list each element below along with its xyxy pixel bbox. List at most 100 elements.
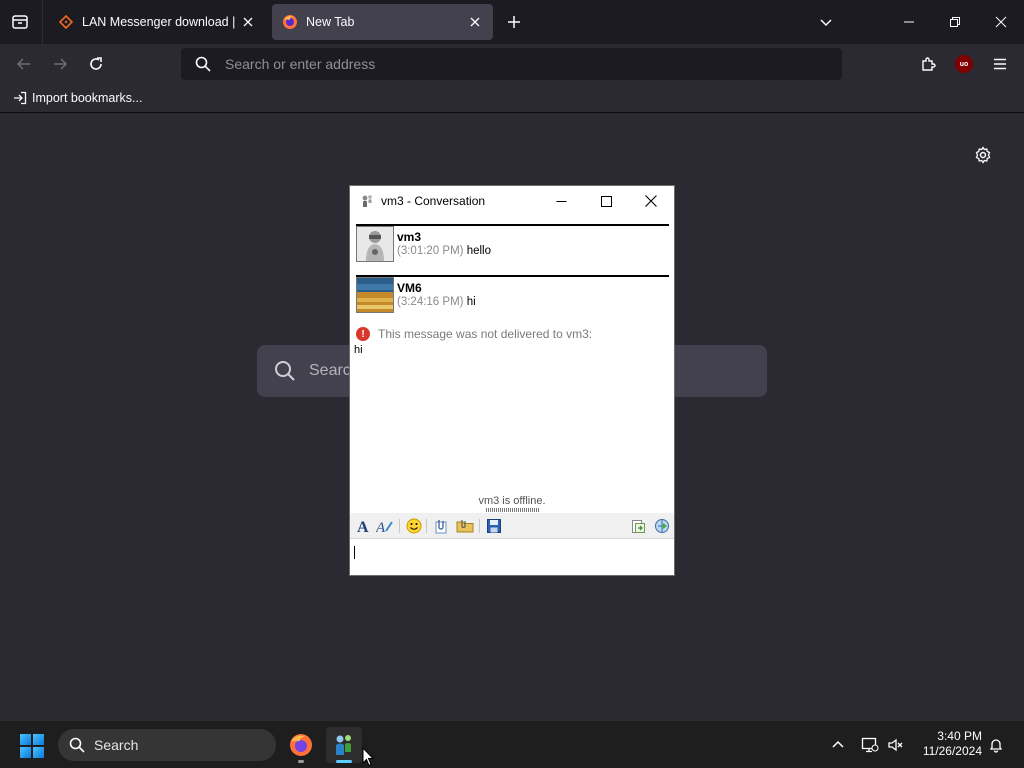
text-caret — [354, 546, 355, 559]
extensions-button[interactable] — [914, 50, 942, 78]
minimize-icon — [556, 200, 566, 202]
tab-separator — [42, 0, 43, 44]
windows-logo-icon — [20, 747, 31, 758]
network-status-button[interactable] — [860, 735, 880, 755]
toolbar-separator — [479, 519, 480, 533]
mouse-cursor-icon — [362, 746, 375, 768]
message-text: hi — [466, 296, 476, 308]
firefox-favicon-icon — [282, 14, 298, 30]
globe-icon — [655, 519, 669, 533]
message-text: hello — [466, 245, 491, 257]
font-color-icon: A — [376, 520, 393, 534]
import-icon — [12, 90, 28, 106]
tab-new-tab[interactable]: New Tab — [272, 4, 493, 40]
sourceforge-favicon-icon — [58, 14, 74, 30]
font-button[interactable]: A — [354, 517, 372, 535]
restore-button[interactable] — [941, 8, 969, 36]
start-button[interactable] — [20, 734, 44, 758]
puzzle-icon — [922, 57, 936, 71]
reload-icon — [90, 57, 102, 70]
show-hidden-icons-button[interactable] — [828, 735, 848, 755]
message-divider — [356, 275, 669, 277]
back-button[interactable] — [10, 50, 38, 78]
search-icon — [273, 359, 297, 383]
minimize-button[interactable] — [895, 8, 923, 36]
folder-icon — [456, 520, 474, 533]
toolbar-separator — [399, 519, 400, 533]
hamburger-icon — [994, 58, 1006, 70]
message-item: VM6 (3:24:16 PM) hi — [356, 275, 669, 315]
running-indicator — [298, 760, 304, 763]
message-input[interactable] — [350, 540, 674, 575]
active-indicator — [336, 760, 352, 763]
conversation-maximize-button[interactable] — [583, 186, 629, 216]
taskbar-lan-messenger[interactable] — [326, 727, 362, 763]
maximize-icon — [600, 195, 612, 207]
address-input[interactable] — [225, 56, 842, 72]
network-icon — [861, 737, 879, 753]
chevron-up-icon — [832, 740, 844, 748]
message-line: (3:24:16 PM) hi — [397, 296, 476, 308]
message-time: (3:01:20 PM) — [397, 245, 464, 257]
emoticon-button[interactable] — [405, 517, 423, 535]
firefox-view-button[interactable] — [6, 8, 34, 36]
taskbar-firefox[interactable] — [283, 727, 319, 763]
windows-logo-icon — [33, 734, 44, 745]
windows-logo-icon — [20, 734, 31, 745]
send-file-button[interactable] — [432, 517, 450, 535]
tab-close-icon[interactable] — [467, 14, 483, 30]
bookmarks-toolbar: Import bookmarks... — [0, 84, 1024, 113]
customize-newtab-button[interactable] — [972, 144, 994, 166]
delivery-error: ! This message was not delivered to vm3: — [356, 327, 592, 341]
reload-button[interactable] — [82, 50, 110, 78]
paperclip-icon — [435, 520, 447, 534]
avatar-vm6 — [356, 277, 394, 313]
close-window-button[interactable] — [987, 8, 1015, 36]
import-bookmarks-button[interactable]: Import bookmarks... — [12, 90, 142, 106]
ublock-origin-icon[interactable]: uo — [955, 55, 973, 73]
conversation-window: vm3 - Conversation vm3 (3:01:20 PM) hell… — [349, 185, 675, 576]
save-button[interactable] — [485, 517, 503, 535]
message-divider — [356, 224, 669, 226]
lan-messenger-icon — [336, 735, 351, 755]
tab-lan-messenger[interactable]: LAN Messenger download | So — [48, 4, 266, 40]
conversation-titlebar[interactable]: vm3 - Conversation — [350, 186, 674, 216]
send-folder-button[interactable] — [456, 517, 474, 535]
taskbar: Search 3:40 PM 11/26/2024 — [0, 720, 1024, 768]
undelivered-message-text: hi — [354, 344, 363, 356]
taskbar-search[interactable]: Search — [58, 729, 276, 761]
new-tab-button[interactable] — [502, 10, 526, 34]
nav-bar: uo — [0, 44, 1024, 84]
bell-icon — [989, 739, 1003, 753]
windows-logo-icon — [33, 747, 44, 758]
contact-status: vm3 is offline. — [478, 495, 546, 507]
message-input-area[interactable] — [350, 540, 674, 575]
conversation-minimize-button[interactable] — [538, 186, 584, 216]
volume-muted-icon — [888, 738, 903, 752]
clock[interactable]: 3:40 PM 11/26/2024 — [912, 729, 982, 759]
message-item: vm3 (3:01:20 PM) hello — [356, 224, 669, 264]
forward-button[interactable] — [46, 50, 74, 78]
conversation-title: vm3 - Conversation — [381, 194, 486, 208]
notifications-button[interactable] — [986, 735, 1006, 755]
tab-close-icon[interactable] — [240, 14, 256, 30]
address-bar[interactable] — [181, 48, 842, 80]
close-icon — [995, 16, 1007, 28]
tab-label: LAN Messenger download | So — [82, 15, 236, 29]
splitter-handle[interactable] — [486, 508, 540, 512]
broadcast-button[interactable] — [653, 517, 671, 535]
taskbar-search-label: Search — [94, 737, 139, 753]
floppy-disk-icon — [487, 519, 501, 533]
history-button[interactable] — [629, 517, 647, 535]
import-bookmarks-label: Import bookmarks... — [32, 91, 143, 105]
list-all-tabs-button[interactable] — [812, 8, 840, 36]
conversation-close-button[interactable] — [628, 186, 674, 216]
svg-text:A: A — [376, 520, 386, 534]
close-icon — [645, 195, 657, 207]
clock-time: 3:40 PM — [937, 729, 982, 743]
message-line: (3:01:20 PM) hello — [397, 245, 491, 257]
menu-button[interactable] — [986, 50, 1014, 78]
volume-button[interactable] — [886, 735, 906, 755]
error-icon: ! — [356, 327, 370, 341]
font-color-button[interactable]: A — [376, 517, 394, 535]
